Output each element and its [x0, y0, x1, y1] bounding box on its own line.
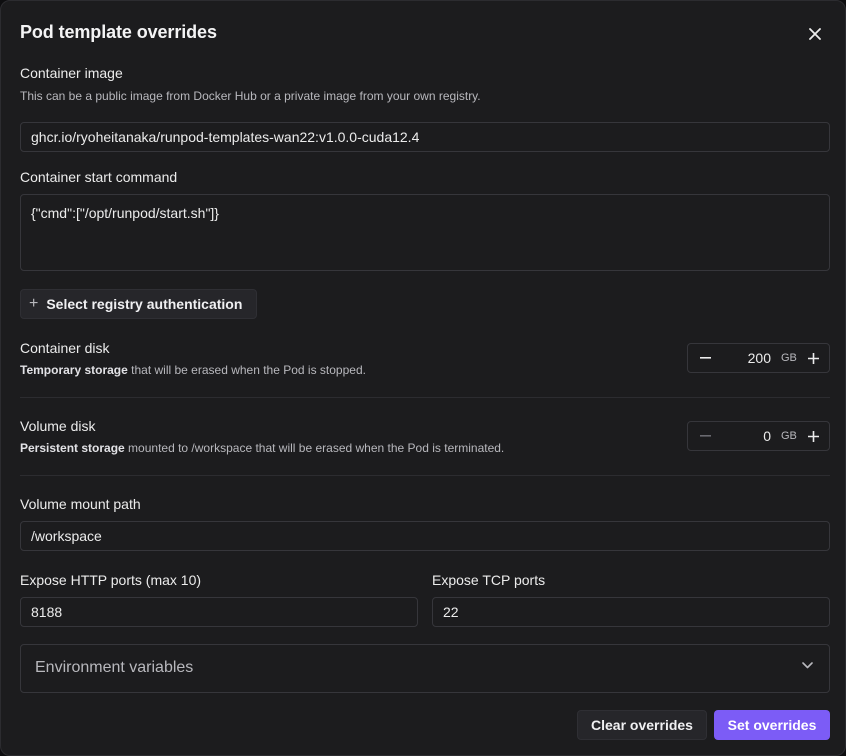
select-registry-auth-button[interactable]: + Select registry authentication — [20, 289, 257, 319]
section-divider — [20, 475, 830, 476]
container-disk-decrement-button[interactable] — [696, 348, 714, 368]
container-disk-help-text: that will be erased when the Pod is stop… — [127, 363, 366, 377]
container-disk-stepper: 200 GB — [687, 343, 830, 373]
volume-mount-label: Volume mount path — [20, 496, 141, 512]
tcp-ports-value: 22 — [443, 604, 459, 620]
start-command-label: Container start command — [20, 169, 178, 185]
plus-icon — [807, 352, 819, 364]
environment-variables-label: Environment variables — [35, 659, 194, 676]
container-disk-increment-button[interactable] — [804, 348, 822, 368]
volume-disk-value[interactable]: 0 — [763, 428, 771, 444]
tcp-ports-label: Expose TCP ports — [432, 572, 546, 588]
container-disk-help: Temporary storage that will be erased wh… — [20, 363, 366, 377]
container-disk-value[interactable]: 200 — [748, 350, 771, 366]
tcp-ports-input[interactable]: 22 — [432, 597, 830, 627]
dialog-title: Pod template overrides — [20, 22, 217, 42]
volume-mount-input[interactable]: /workspace — [20, 521, 830, 551]
start-command-textarea[interactable]: {"cmd":["/opt/runpod/start.sh"]} — [20, 194, 830, 271]
volume-mount-value: /workspace — [31, 528, 102, 544]
close-button[interactable] — [802, 21, 828, 47]
volume-disk-help-bold: Persistent storage — [20, 441, 125, 455]
chevron-down-icon — [802, 662, 813, 669]
select-registry-auth-label: Select registry authentication — [46, 296, 243, 312]
volume-disk-stepper: 0 GB — [687, 421, 830, 451]
container-disk-unit: GB — [781, 352, 797, 364]
volume-disk-increment-button[interactable] — [804, 426, 822, 446]
volume-disk-help: Persistent storage mounted to /workspace… — [20, 441, 504, 455]
http-ports-label: Expose HTTP ports (max 10) — [20, 572, 202, 588]
close-icon — [809, 28, 821, 40]
volume-disk-label: Volume disk — [20, 418, 96, 434]
container-image-value: ghcr.io/ryoheitanaka/runpod-templates-wa… — [31, 129, 420, 145]
http-ports-input[interactable]: 8188 — [20, 597, 418, 627]
container-disk-label: Container disk — [20, 340, 110, 356]
volume-disk-decrement-button[interactable] — [696, 426, 714, 446]
set-overrides-button[interactable]: Set overrides — [714, 710, 830, 740]
pod-template-overrides-dialog: Pod template overrides Container image T… — [0, 0, 846, 756]
container-disk-help-bold: Temporary storage — [20, 363, 128, 377]
plus-icon — [807, 430, 819, 442]
volume-disk-unit: GB — [781, 430, 797, 442]
volume-disk-help-text: mounted to /workspace that will be erase… — [124, 441, 505, 455]
environment-variables-accordion[interactable]: Environment variables — [20, 644, 830, 693]
clear-overrides-button[interactable]: Clear overrides — [577, 710, 707, 740]
start-command-value: {"cmd":["/opt/runpod/start.sh"]} — [31, 205, 219, 221]
section-divider — [20, 397, 830, 398]
minus-icon — [699, 357, 711, 359]
container-image-label: Container image — [20, 65, 123, 81]
plus-icon: + — [29, 295, 39, 312]
container-image-help: This can be a public image from Docker H… — [20, 89, 481, 103]
minus-icon — [699, 435, 711, 437]
http-ports-value: 8188 — [31, 604, 63, 620]
container-image-input[interactable]: ghcr.io/ryoheitanaka/runpod-templates-wa… — [20, 122, 830, 152]
